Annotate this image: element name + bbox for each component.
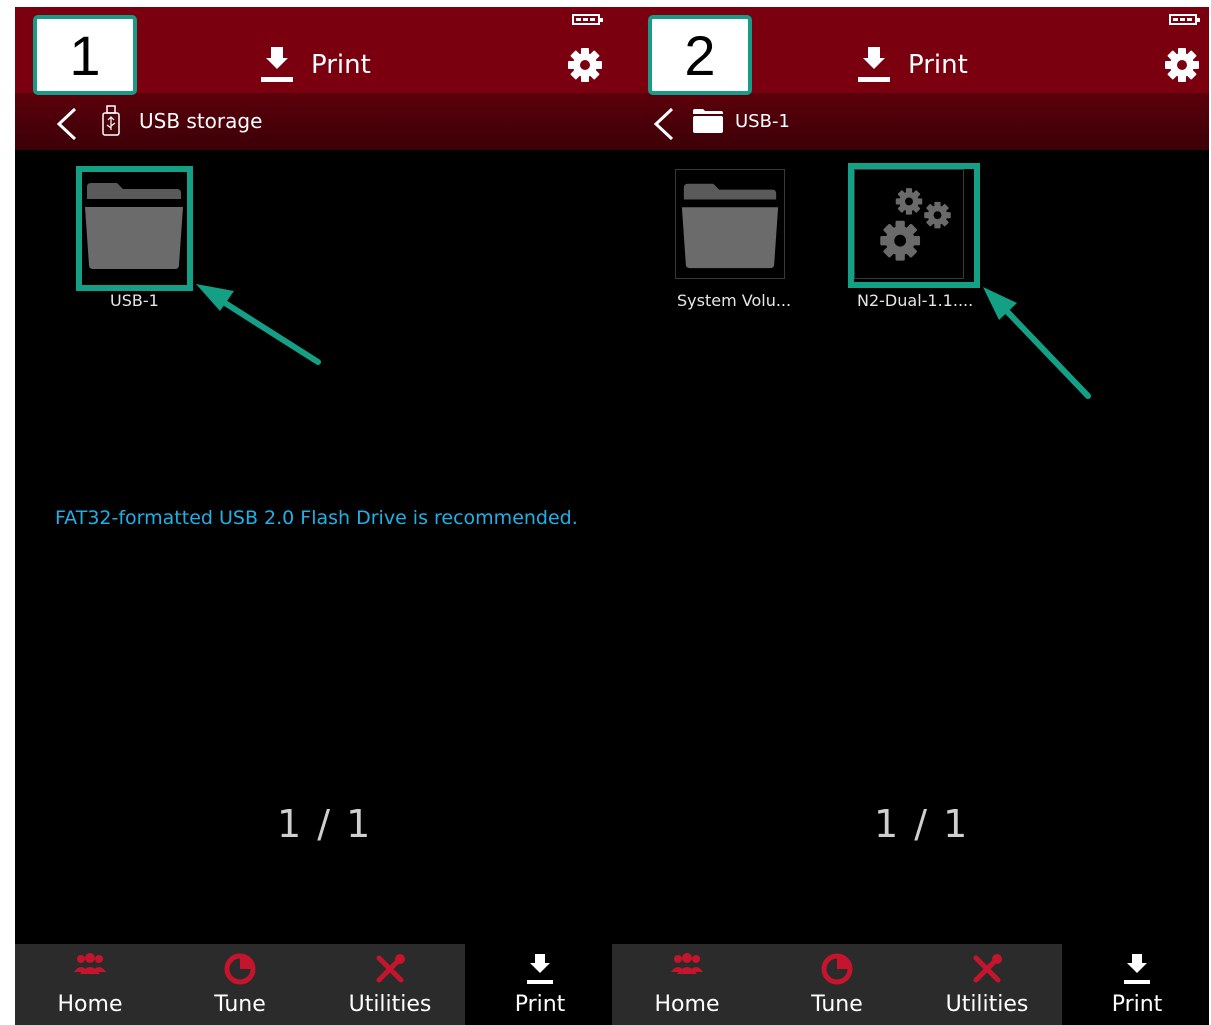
annotation-arrow (196, 284, 1091, 399)
